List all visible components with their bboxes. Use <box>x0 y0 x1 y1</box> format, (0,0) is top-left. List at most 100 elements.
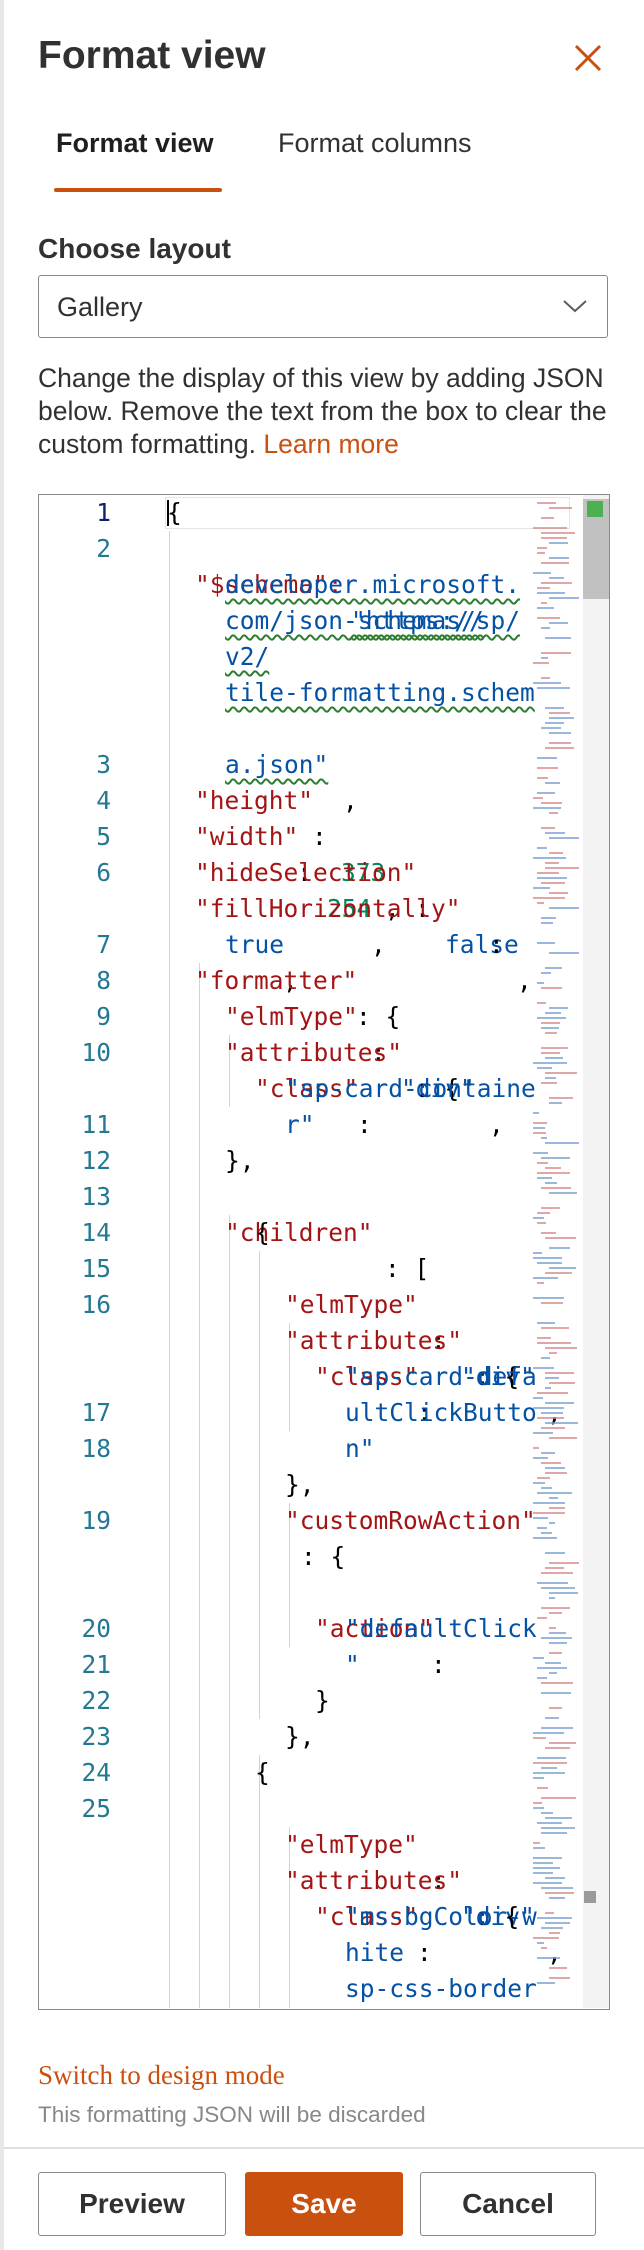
switch-to-design-mode-link[interactable]: Switch to design mode <box>38 2060 285 2091</box>
minimap-line <box>545 1372 574 1374</box>
minimap-line <box>541 627 550 629</box>
minimap-line <box>545 637 571 639</box>
minimap-line <box>541 1927 563 1929</box>
code-token: : { <box>301 1542 346 1571</box>
minimap-line <box>537 1262 562 1264</box>
save-button[interactable]: Save <box>245 2172 403 2236</box>
preview-button[interactable]: Preview <box>38 2172 226 2236</box>
minimap-line <box>545 1567 564 1569</box>
minimap-line <box>549 1267 576 1269</box>
json-code-editor[interactable]: 1 2 3 4 5 6 7 8 9 10 11 12 13 14 15 16 1… <box>38 494 610 2010</box>
code-token: "width" <box>195 822 299 851</box>
minimap-line <box>541 1827 575 1829</box>
minimap-line <box>549 1097 573 1099</box>
minimap-line <box>541 922 553 924</box>
current-line-highlight <box>165 497 570 529</box>
active-tab-indicator <box>54 188 222 192</box>
minimap-line <box>533 1762 567 1764</box>
minimap-line <box>537 1342 571 1344</box>
learn-more-link[interactable]: Learn more <box>263 429 399 459</box>
minimap-line <box>533 1127 545 1129</box>
close-icon[interactable] <box>570 40 606 76</box>
code-token: "defaultClick <box>345 1614 537 1643</box>
minimap-line <box>537 1527 547 1529</box>
minimap-line <box>541 987 562 989</box>
minimap-line <box>533 1122 547 1124</box>
minimap-line <box>545 967 562 969</box>
minimap-line <box>537 1787 548 1789</box>
code-token: "attributes" <box>285 1326 463 1355</box>
minimap-line <box>533 1537 557 1539</box>
minimap-line <box>541 652 571 654</box>
minimap-line <box>541 1532 552 1534</box>
cancel-button[interactable]: Cancel <box>420 2172 596 2236</box>
code-token: , <box>371 930 386 959</box>
code-token: r" <box>285 1110 315 1139</box>
code-token: "customRowAction" <box>285 1506 536 1535</box>
minimap-line <box>541 1157 570 1159</box>
minimap-line <box>549 852 563 854</box>
code-minimap[interactable] <box>531 495 581 2008</box>
minimap-line <box>549 1592 578 1594</box>
minimap-line <box>541 602 547 604</box>
minimap-line <box>537 547 547 549</box>
scrollbar-track[interactable] <box>583 495 609 2008</box>
minimap-line <box>545 867 579 869</box>
minimap-line <box>549 1437 577 1439</box>
minimap-line <box>545 1377 559 1379</box>
code-token: }, <box>285 1722 315 1751</box>
code-token: "sp-card-containe <box>285 1074 536 1103</box>
minimap-line <box>541 802 562 804</box>
minimap-line <box>549 1382 575 1384</box>
minimap-line <box>533 1777 544 1779</box>
minimap-line <box>541 1022 560 1024</box>
code-token: : { <box>356 1002 401 1031</box>
minimap-line <box>533 857 566 859</box>
minimap-line <box>533 1447 539 1449</box>
minimap-line <box>533 1152 548 1154</box>
minimap-line <box>537 1942 544 1944</box>
minimap-line <box>545 1552 565 1554</box>
minimap-line <box>533 572 551 574</box>
minimap-line <box>549 1672 557 1674</box>
minimap-line <box>541 1727 573 1729</box>
minimap-line <box>533 1297 564 1299</box>
code-token: "elmType" <box>285 1290 418 1319</box>
minimap-line <box>541 1487 552 1489</box>
minimap-line <box>545 1422 578 1424</box>
minimap-line <box>549 712 570 714</box>
code-token: true <box>225 930 285 959</box>
code-token: "fillHorizontally" <box>195 894 461 923</box>
minimap-line <box>549 907 579 909</box>
minimap-line <box>545 1182 557 1184</box>
minimap-line <box>533 1882 562 1884</box>
minimap-line <box>533 1517 548 1519</box>
layout-dropdown[interactable]: Gallery <box>38 275 608 338</box>
minimap-line <box>533 1457 548 1459</box>
minimap-line <box>541 1187 571 1189</box>
minimap-line <box>541 1027 559 1029</box>
minimap-line <box>545 1272 572 1274</box>
code-token: " <box>345 1650 360 1679</box>
description-text: Change the display of this view by addin… <box>38 362 613 461</box>
minimap-line <box>537 1337 551 1339</box>
minimap-line <box>537 1002 546 1004</box>
minimap-line <box>537 757 557 759</box>
minimap-line <box>533 1252 542 1254</box>
minimap-line <box>537 1982 555 1984</box>
minimap-line <box>541 1137 547 1139</box>
minimap-line <box>533 1257 562 1259</box>
minimap-line <box>533 1482 545 1484</box>
minimap-line <box>537 1172 570 1174</box>
minimap-line <box>545 1662 561 1664</box>
minimap-line <box>533 897 565 899</box>
code-token: : <box>489 930 504 959</box>
minimap-line <box>541 1207 560 1209</box>
minimap-line <box>533 1732 564 1734</box>
minimap-line <box>537 1477 550 1479</box>
minimap-line <box>545 1922 570 1924</box>
tab-format-columns[interactable]: Format columns <box>278 128 472 159</box>
minimap-line <box>537 1957 560 1959</box>
minimap-line <box>549 1707 562 1709</box>
tab-format-view[interactable]: Format view <box>56 128 214 159</box>
